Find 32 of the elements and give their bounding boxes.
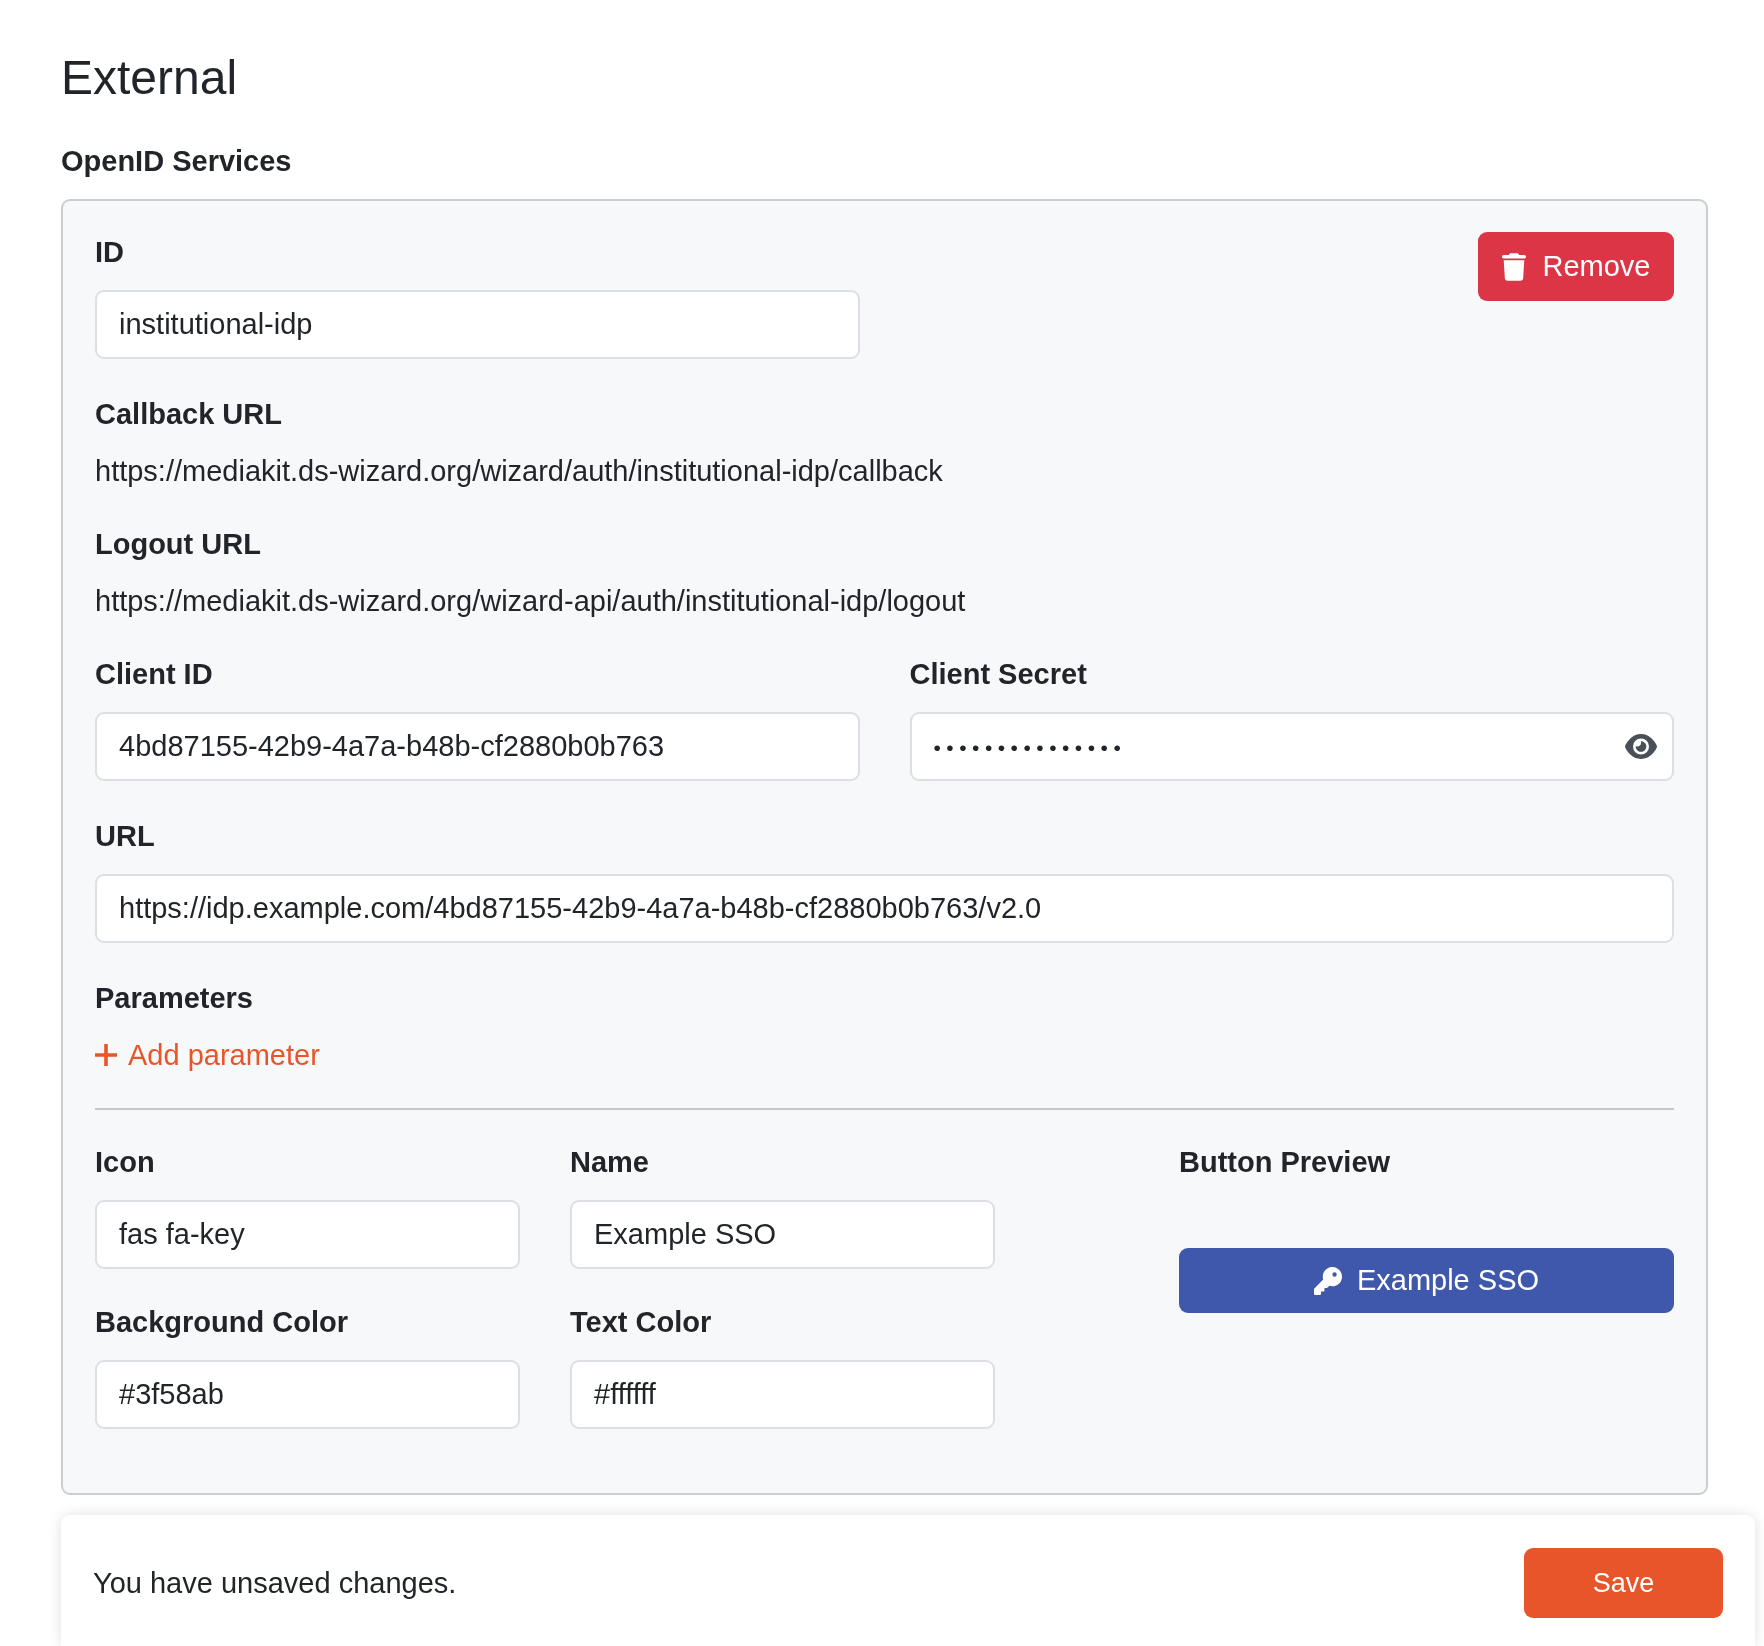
field-label: Parameters [95,981,253,1016]
plus-icon [95,1044,117,1066]
field-label: Name [570,1145,649,1180]
input-field[interactable]: fas fa-key [95,1200,520,1269]
field-label: URL [95,819,155,854]
sso-preview-button[interactable]: Example SSO [1179,1248,1674,1313]
input-field[interactable]: institutional-idp [95,290,860,359]
callback-url-text: https://mediakit.ds-wizard.org/wizard/auth/institutional-idp/callback [95,454,943,489]
save-button[interactable]: Save [1524,1548,1723,1618]
field-label: Callback URL [95,397,282,432]
field-label: Text Color [570,1305,712,1340]
field-label: Background Color [95,1305,348,1340]
input-field[interactable]: https://idp.example.com/4bd87155-42b9-4a7a-b48b-cf2880b0b763/v2.0 [95,874,1674,943]
eye-icon[interactable] [1625,734,1657,759]
remove-button[interactable]: Remove [1478,232,1674,301]
input-field[interactable]: #3f58ab [95,1360,520,1429]
field-label: ID [95,235,124,270]
logout-url-text: https://mediakit.ds-wizard.org/wizard-api/auth/institutional-idp/logout [95,584,966,619]
field-label: Client ID [95,657,213,692]
input-field[interactable]: 4bd87155-42b9-4a7a-b48b-cf2880b0b763 [95,712,860,781]
field-label: Client Secret [909,657,1087,692]
input-field[interactable]: Example SSO [570,1200,995,1269]
page-title: External [61,50,238,106]
unsaved-changes-message: You have unsaved changes. [93,1566,457,1601]
field-label: Logout URL [95,527,261,562]
key-icon [1313,1266,1342,1295]
trash-icon [1501,252,1526,281]
field-label: Button Preview [1179,1145,1391,1180]
field-label: Icon [95,1145,155,1180]
section-title: OpenID Services [61,144,292,179]
password-field[interactable]: ••••••••••••••• [909,712,1674,781]
input-field[interactable]: #ffffff [570,1360,995,1429]
